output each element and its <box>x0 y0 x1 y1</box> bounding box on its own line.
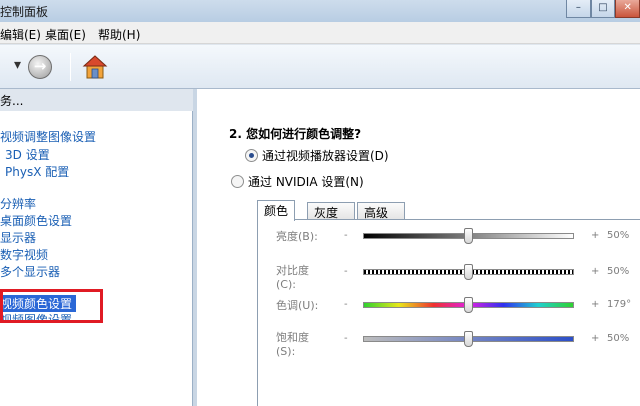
menu-help[interactable]: 帮助(H) <box>98 26 140 43</box>
close-button[interactable]: ✕ <box>615 0 640 18</box>
saturation-slider-thumb[interactable] <box>463 331 473 347</box>
brightness-slider-thumb[interactable] <box>463 228 473 244</box>
contrast-value: 50% <box>607 266 630 277</box>
maximize-button[interactable]: □ <box>590 0 616 18</box>
brightness-value: 50% <box>607 230 630 241</box>
toolbar: ▾ → <box>0 45 640 89</box>
title-bar: 控制面板 – □ ✕ <box>0 0 640 22</box>
brightness-minus: - <box>344 230 348 241</box>
contrast-minus: - <box>344 266 348 277</box>
home-icon[interactable] <box>82 54 108 80</box>
radio-video-player[interactable]: 通过视频播放器设置(D) <box>245 147 389 164</box>
sidebar-item-desktop-color[interactable]: 调整桌面颜色设置 <box>0 212 72 229</box>
tab-color[interactable]: 颜色 <box>257 200 295 221</box>
hue-slider-thumb[interactable] <box>463 297 473 313</box>
sidebar-item-rotate-display[interactable]: 旋转显示器 <box>0 229 36 246</box>
brightness-plus: + <box>591 230 600 241</box>
window-controls: – □ ✕ <box>566 0 640 18</box>
back-dropdown-icon[interactable]: ▾ <box>14 57 21 73</box>
sidebar-item-video-image-settings[interactable]: 调整视频调整图像设置 <box>0 128 96 145</box>
radio-checked-icon[interactable] <box>245 149 258 162</box>
menu-edit[interactable]: 编辑(E) <box>0 26 41 43</box>
tab-grayscale[interactable]: 灰度 <box>307 202 355 220</box>
sidebar-item-resolution[interactable]: 更改分辨率 <box>0 195 36 212</box>
contrast-slider-thumb[interactable] <box>463 264 473 280</box>
saturation-label-line2: (S): <box>276 345 296 358</box>
sidebar-item-digital-video[interactable]: 调整数字视频 <box>0 246 48 263</box>
radio-nvidia[interactable]: 通过 NVIDIA 设置(N) <box>231 173 364 190</box>
contrast-label-line2: (C): <box>276 278 296 291</box>
saturation-label-line1: 饱和度 <box>276 331 309 344</box>
saturation-plus: + <box>591 333 600 344</box>
saturation-value: 50% <box>607 333 630 344</box>
menu-bar: 编辑(E) 桌面(E) 帮助(H) <box>0 22 640 44</box>
hue-value: 179° <box>607 299 632 310</box>
radio-label: 通过 NVIDIA 设置(N) <box>248 175 364 189</box>
hue-minus: - <box>344 299 348 310</box>
menu-desktop[interactable]: 桌面(E) <box>45 26 86 43</box>
contrast-label-line1: 对比度 <box>276 264 309 277</box>
radio-unchecked-icon[interactable] <box>231 175 244 188</box>
window-title: 控制面板 <box>0 5 49 19</box>
main-content: 2. 您如何进行颜色调整? 通过视频播放器设置(D) 通过 NVIDIA 设置(… <box>197 89 640 406</box>
tab-advanced[interactable]: 高级 <box>357 202 405 220</box>
radio-label: 通过视频播放器设置(D) <box>262 149 389 163</box>
hue-label: 色调(U): <box>276 299 319 312</box>
contrast-plus: + <box>591 266 600 277</box>
minimize-button[interactable]: – <box>566 0 591 18</box>
task-pane-header: 务... <box>0 94 24 108</box>
saturation-minus: - <box>344 333 348 344</box>
sidebar: 调整视频调整图像设置 3D 设置 PhysX 配置 更改分辨率 调整桌面颜色设置… <box>0 111 193 406</box>
sidebar-item-3d-settings[interactable]: 3D 设置 <box>5 146 50 163</box>
sidebar-item-multiple-displays[interactable]: 设置多个显示器 <box>0 263 60 280</box>
hue-plus: + <box>591 299 600 310</box>
color-tab-panel: 亮度(B): - + 50% 对比度 (C): - + 50% 色调(U): -… <box>257 219 640 406</box>
brightness-label: 亮度(B): <box>276 230 318 243</box>
section-question: 2. 您如何进行颜色调整? <box>229 127 362 141</box>
highlight-box <box>0 289 103 323</box>
forward-icon[interactable]: → <box>28 55 52 79</box>
sidebar-item-physx[interactable]: PhysX 配置 <box>5 163 69 180</box>
toolbar-separator <box>70 53 71 81</box>
